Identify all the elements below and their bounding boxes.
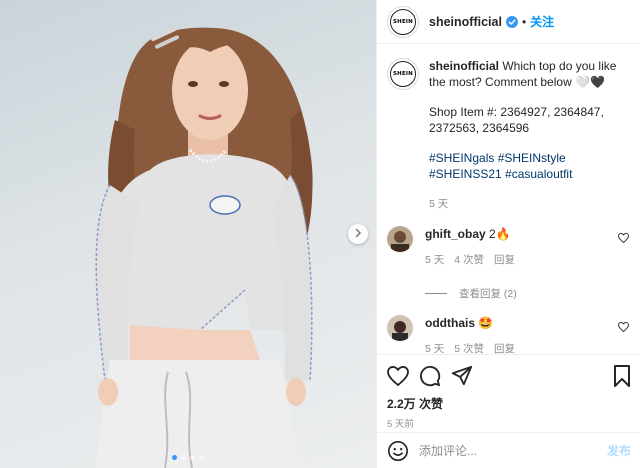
emoji-icon[interactable] <box>387 440 409 462</box>
comment-time: 5 天 <box>425 343 445 354</box>
avatar-logo: SHEIN <box>393 71 413 77</box>
comment-composer: 发布 <box>377 432 640 468</box>
post-actions: 2.2万 次赞 5 天前 <box>377 354 640 430</box>
comment-item: ghift_obay 2🔥 5 天 4 次赞 回复 <box>387 226 629 268</box>
comment-text: 🤩 <box>478 316 494 330</box>
author-username[interactable]: sheinofficial <box>429 15 502 29</box>
view-replies-label: 查看回复 (2) <box>459 288 517 300</box>
comment-input[interactable] <box>419 443 607 458</box>
post-photo[interactable] <box>0 0 376 468</box>
model-illustration <box>95 26 313 468</box>
carousel-dot <box>190 455 195 460</box>
verified-badge-icon <box>505 15 518 28</box>
post-comment-button[interactable]: 发布 <box>607 442 631 459</box>
caption-emoji: 🤍🖤 <box>575 75 605 89</box>
commenter-avatar[interactable] <box>387 226 413 252</box>
post-modal: SHEIN sheinofficial • 关注 SHEIN sheinoffi… <box>0 0 640 468</box>
comment-icon[interactable] <box>419 365 441 387</box>
like-count[interactable]: 2.2万 次赞 <box>387 395 631 412</box>
avatar-logo: SHEIN <box>393 18 413 25</box>
commenter-avatar[interactable] <box>387 315 413 341</box>
reply-button[interactable]: 回复 <box>494 252 515 268</box>
comment-text: 2🔥 <box>489 227 511 241</box>
avatar[interactable]: SHEIN <box>387 5 419 38</box>
caption-time: 5 天 <box>429 198 449 210</box>
post-caption: SHEIN sheinofficial Which top do you lik… <box>387 58 629 212</box>
next-photo-button[interactable] <box>348 224 368 244</box>
carousel-dot <box>199 455 204 460</box>
shop-items: Shop Item #: 2364927, 2364847, 2372563, … <box>429 105 604 135</box>
separator-dot: • <box>521 14 527 29</box>
bookmark-icon[interactable] <box>613 365 631 387</box>
comments-section[interactable]: SHEIN sheinofficial Which top do you lik… <box>377 44 640 354</box>
hashtags[interactable]: #SHEINgals #SHEINstyle #SHEINSS21 #casua… <box>429 150 629 182</box>
comment-likes[interactable]: 5 次赞 <box>454 341 484 354</box>
comment-username[interactable]: ghift_obay <box>425 227 486 241</box>
carousel-dot <box>172 455 177 460</box>
caption-username[interactable]: sheinofficial <box>429 59 499 73</box>
comment-item: oddthais 🤩 5 天 5 次赞 回复 <box>387 315 629 354</box>
avatar[interactable]: SHEIN <box>387 58 419 90</box>
comment-username[interactable]: oddthais <box>425 316 475 330</box>
comment-likes[interactable]: 4 次赞 <box>454 252 484 268</box>
post-header: SHEIN sheinofficial • 关注 <box>377 0 640 44</box>
carousel-dot <box>181 455 186 460</box>
carousel-indicator <box>0 455 376 460</box>
share-icon[interactable] <box>451 365 473 387</box>
view-replies-button[interactable]: 查看回复 (2) <box>425 286 629 301</box>
post-date: 5 天前 <box>387 419 414 430</box>
follow-button[interactable]: 关注 <box>530 13 554 30</box>
like-comment-heart-icon[interactable] <box>618 232 629 268</box>
chevron-right-icon <box>353 227 363 241</box>
comment-time: 5 天 <box>425 254 445 266</box>
post-side-panel: SHEIN sheinofficial • 关注 SHEIN sheinoffi… <box>376 0 640 468</box>
heart-icon[interactable] <box>387 366 409 386</box>
like-comment-heart-icon[interactable] <box>618 321 629 354</box>
reply-button[interactable]: 回复 <box>494 341 515 354</box>
replies-divider <box>425 293 447 294</box>
